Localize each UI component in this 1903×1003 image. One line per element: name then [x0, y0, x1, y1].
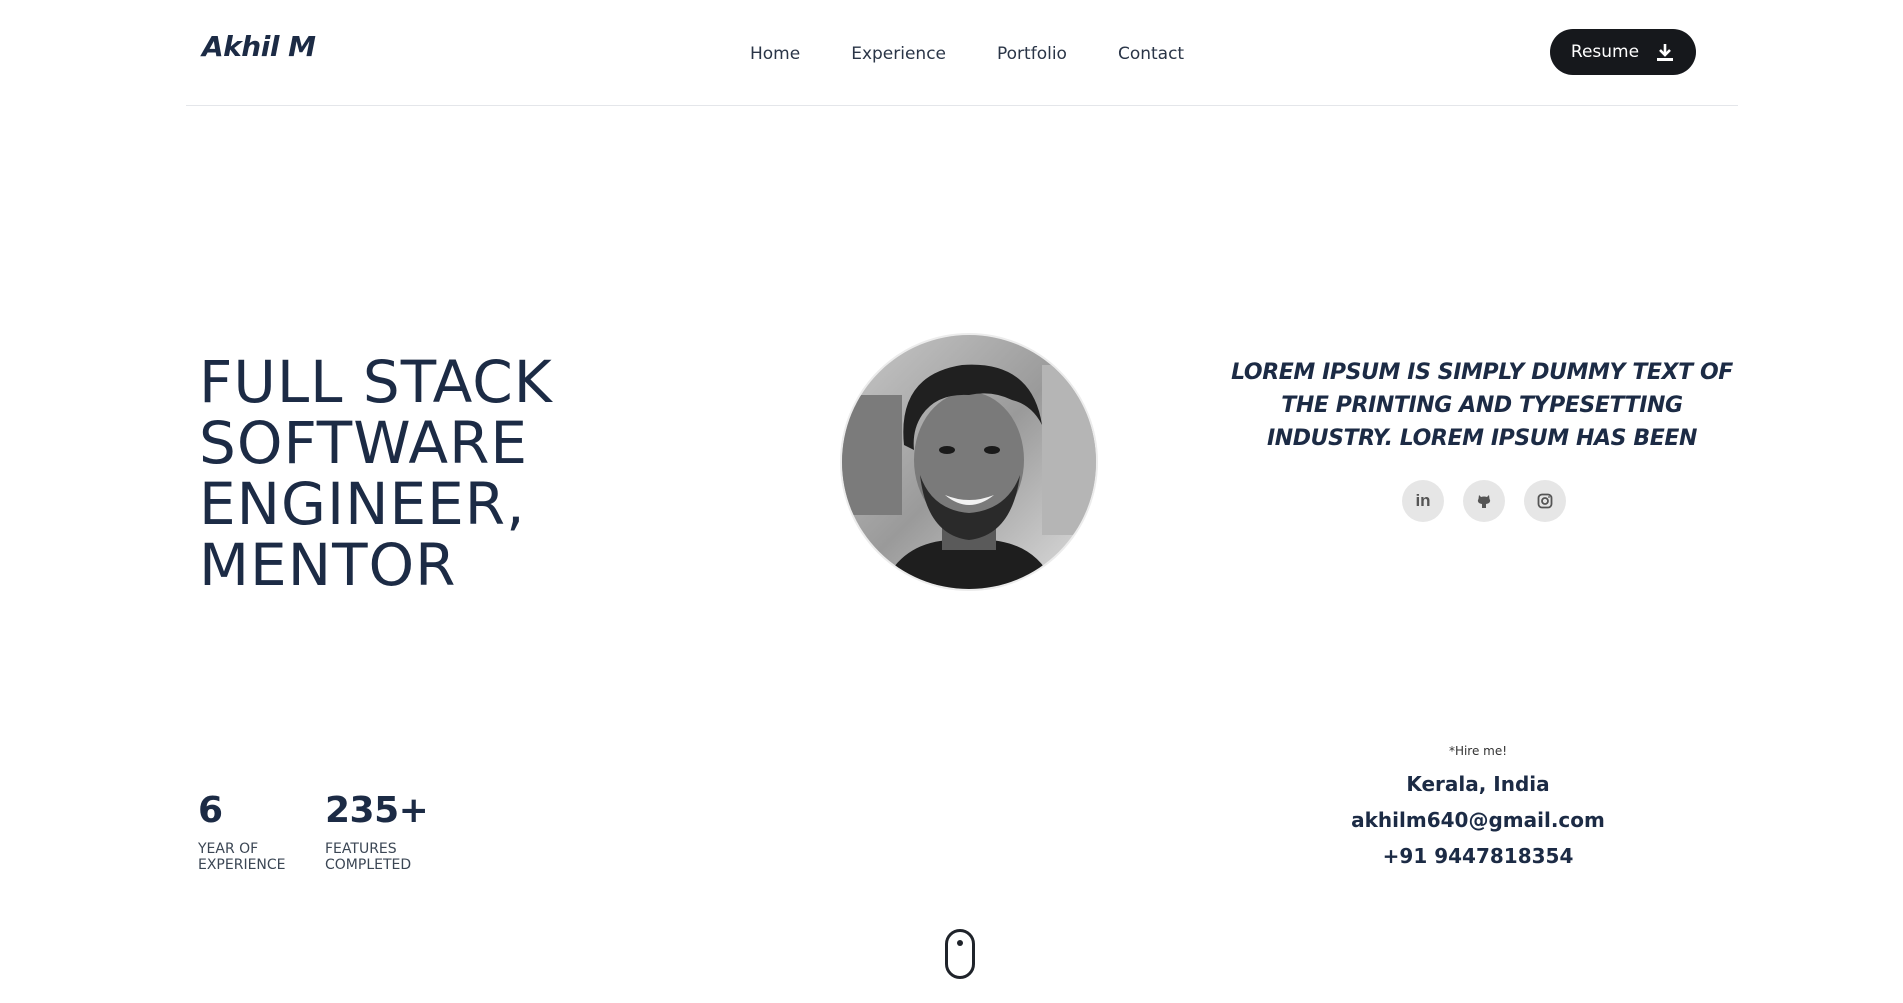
- logo[interactable]: Akhil M: [202, 30, 316, 63]
- nav-home[interactable]: Home: [750, 44, 800, 64]
- nav-contact[interactable]: Contact: [1118, 44, 1184, 64]
- nav-experience[interactable]: Experience: [851, 44, 946, 64]
- hero-title-line: MENTOR: [199, 531, 457, 599]
- resume-button-label: Resume: [1570, 42, 1640, 62]
- stat-value: 6: [198, 790, 223, 831]
- github-icon: [1477, 495, 1491, 508]
- nav-portfolio[interactable]: Portfolio: [997, 44, 1067, 64]
- instagram-icon: [1537, 493, 1553, 509]
- stat-value: 235+: [325, 790, 429, 831]
- linkedin-icon: in: [1415, 491, 1431, 510]
- mouse-scroll-icon[interactable]: [945, 929, 975, 979]
- social-links: in: [1402, 480, 1566, 522]
- hire-me-label: *Hire me!: [1448, 744, 1508, 758]
- stat-features: 235+ FEATURES COMPLETED: [325, 790, 429, 873]
- github-link[interactable]: [1463, 480, 1505, 522]
- contact-phone[interactable]: +91 9447818354: [1278, 838, 1678, 874]
- hero-title: FULL STACK SOFTWARE ENGINEER, MENTOR: [199, 352, 719, 596]
- hero-title-line: FULL STACK: [199, 348, 553, 416]
- profile-photo: [840, 333, 1098, 591]
- stat-label: YEAR OF EXPERIENCE: [198, 841, 286, 873]
- hero-title-line: SOFTWARE: [199, 409, 529, 477]
- stat-label: FEATURES COMPLETED: [325, 841, 412, 873]
- resume-button[interactable]: Resume: [1550, 29, 1696, 75]
- main-nav: Home Experience Portfolio Contact: [750, 44, 1184, 64]
- contact-email[interactable]: akhilm640@gmail.com: [1278, 802, 1678, 838]
- stat-experience: 6 YEAR OF EXPERIENCE: [198, 790, 286, 873]
- site-header: Akhil M Home Experience Portfolio Contac…: [186, 0, 1738, 106]
- page: Akhil M Home Experience Portfolio Contac…: [0, 0, 1903, 1003]
- hero-title-line: ENGINEER,: [199, 470, 526, 538]
- contact-location: Kerala, India: [1406, 772, 1550, 796]
- contact-info: *Hire me! Kerala, India akhilm640@gmail.…: [1278, 744, 1678, 874]
- hero-tagline: LOREM IPSUM IS SIMPLY DUMMY TEXT OF THE …: [1231, 360, 1733, 451]
- instagram-link[interactable]: [1524, 480, 1566, 522]
- mouse-scroll-dot: [957, 940, 963, 946]
- linkedin-link[interactable]: in: [1402, 480, 1444, 522]
- download-icon: [1657, 44, 1674, 61]
- profile-photo-graphic: [842, 335, 1096, 589]
